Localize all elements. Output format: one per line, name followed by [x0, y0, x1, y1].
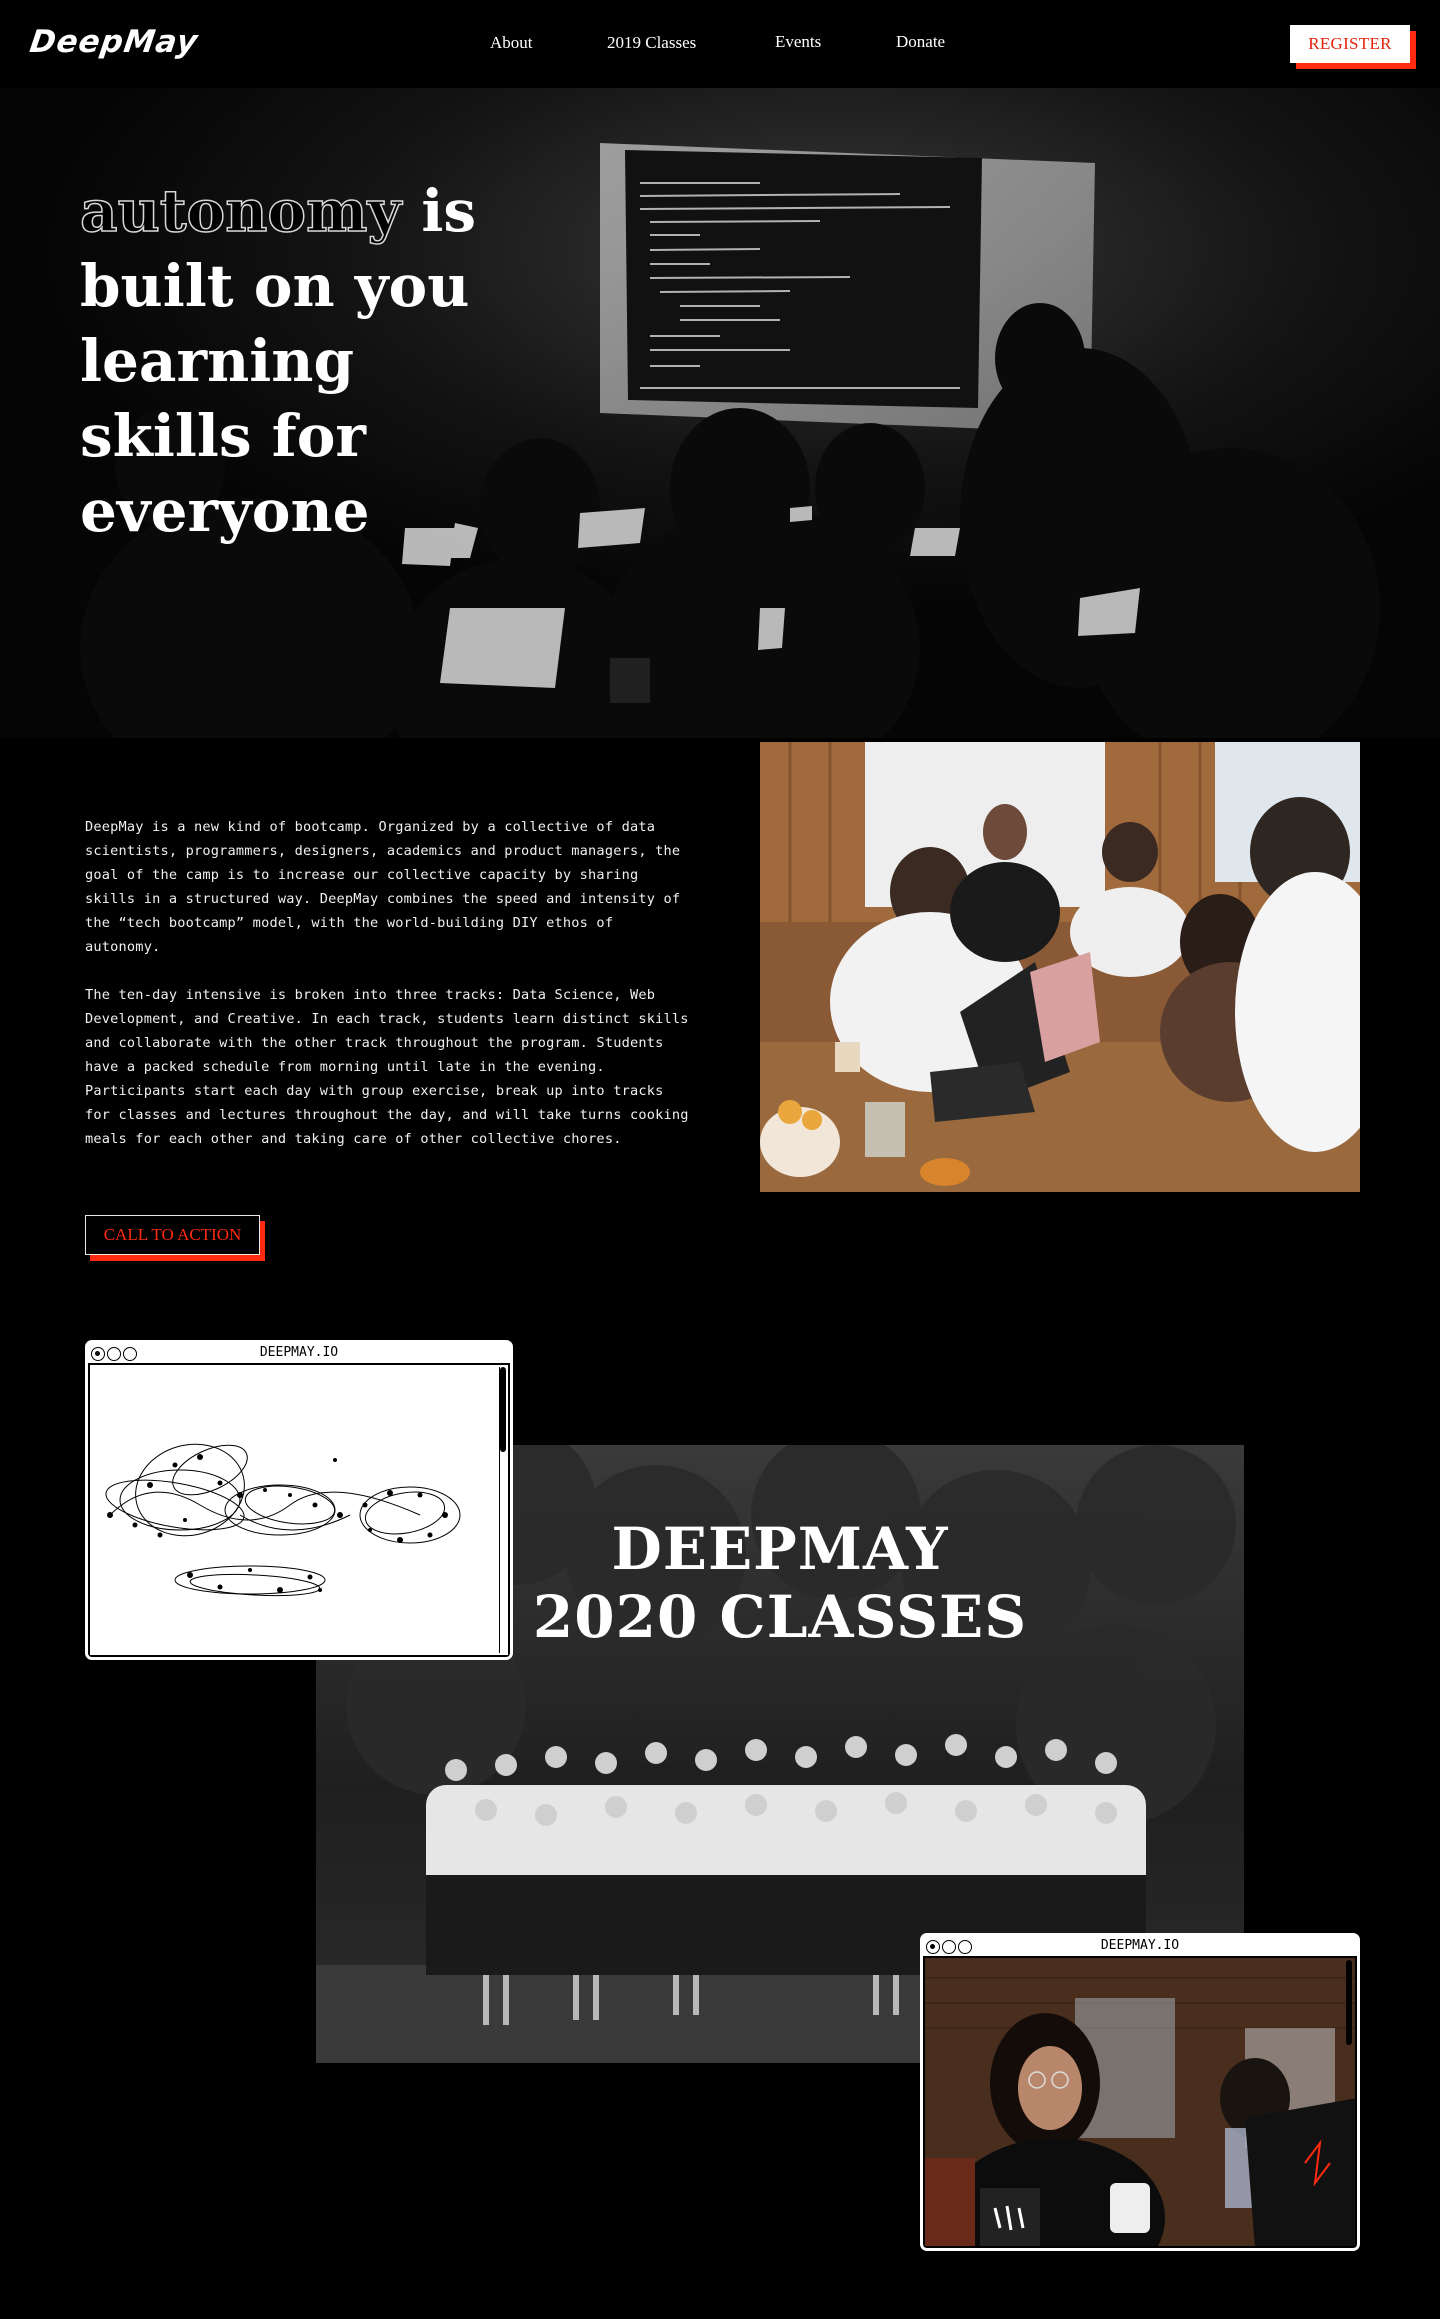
team-photo	[760, 742, 1360, 1192]
classes-title-line2: 2020 CLASSES	[532, 1583, 1028, 1651]
window-scrollbar-thumb[interactable]	[1346, 1960, 1352, 2045]
top-nav: DeepMay About 2019 Classes Events Donate…	[0, 0, 1440, 88]
window-title: DEEPMAY.IO	[1100, 1938, 1180, 1953]
register-button[interactable]: REGISTER	[1290, 25, 1410, 63]
window-body	[88, 1365, 510, 1657]
about-paragraph: DeepMay is a new kind of bootcamp. Organ…	[85, 819, 681, 955]
about-section: DeepMay is a new kind of bootcamp. Organ…	[85, 815, 695, 1175]
window-title: DEEPMAY.IO	[259, 1345, 339, 1360]
hero-headline: autonomy is built on you learning skills…	[79, 174, 540, 549]
classes-title-line1: DEEPMAY	[611, 1515, 949, 1583]
hero-outlined-word: autonomy	[79, 176, 402, 246]
window-body	[923, 1958, 1357, 2248]
team-photo-image	[760, 742, 1360, 1192]
deepmay-logo[interactable]: DeepMay	[27, 24, 200, 60]
nav-link-2019-classes[interactable]: 2019 Classes	[607, 33, 696, 53]
nav-link-about[interactable]: About	[490, 33, 533, 53]
nav-link-events[interactable]: Events	[775, 32, 821, 52]
window-scrollbar[interactable]	[499, 1367, 506, 1653]
window-titlebar: DEEPMAY.IO	[923, 1936, 1357, 1958]
call-to-action-button[interactable]: CALL TO ACTION	[85, 1215, 260, 1255]
register-button-group: REGISTER	[1290, 25, 1416, 69]
window-scrollbar[interactable]	[1346, 1960, 1353, 2244]
hero-section: autonomy is built on you learning skills…	[0, 88, 1440, 738]
about-paragraph: The ten-day intensive is broken into thr…	[85, 987, 689, 1147]
network-graph-illustration	[105, 1443, 461, 1597]
cta-button-group: CALL TO ACTION	[85, 1215, 265, 1261]
retro-window-photo: DEEPMAY.IO	[920, 1933, 1360, 2251]
window-scrollbar-thumb[interactable]	[500, 1367, 506, 1452]
nav-link-donate[interactable]: Donate	[896, 32, 945, 52]
student-photo	[925, 1958, 1355, 2246]
window-titlebar: DEEPMAY.IO	[88, 1343, 510, 1365]
retro-window-network: DEEPMAY.IO	[85, 1340, 513, 1660]
